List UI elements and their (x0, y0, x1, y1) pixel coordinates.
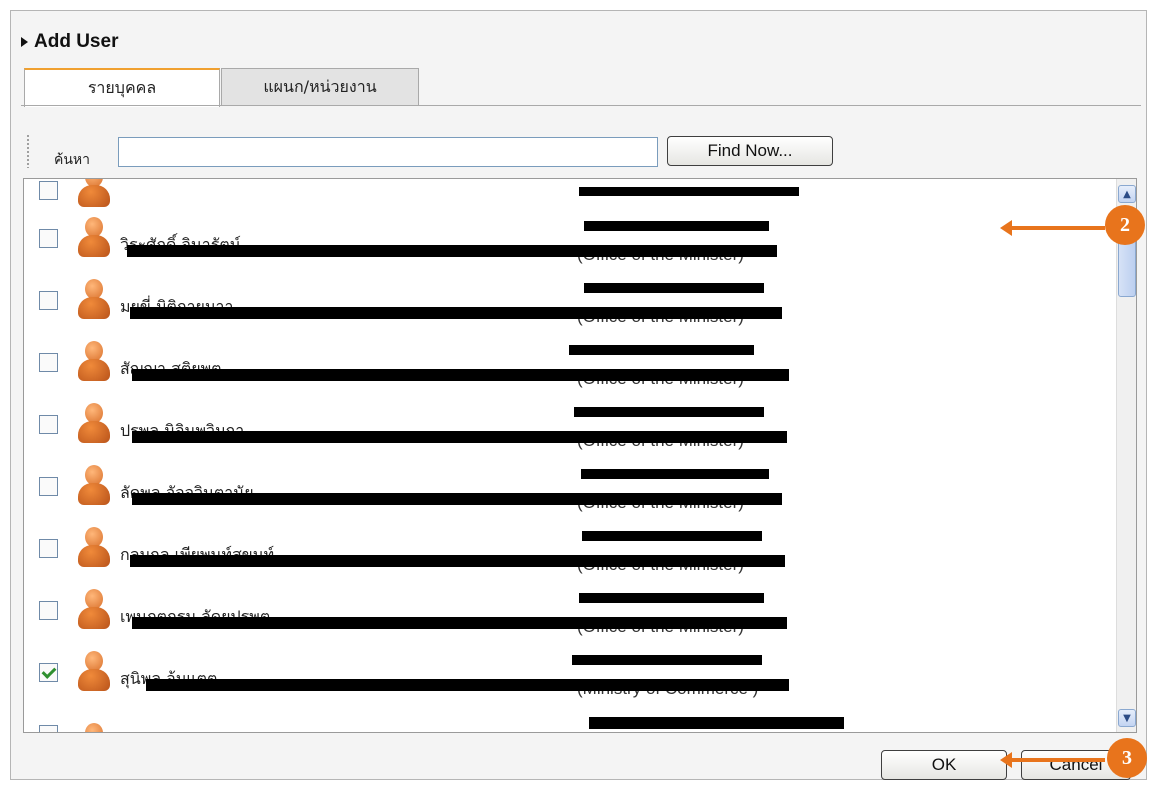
redaction-bar (579, 187, 799, 196)
list-item[interactable]: กลมกล เพียพนท์สุขนท์ (Office of the Mini… (24, 509, 1114, 574)
row-checkbox[interactable] (39, 229, 58, 248)
list-item[interactable]: วิระศักดิ์ จินารัตน์ (Office of the Mini… (24, 199, 1114, 264)
expand-triangle-icon[interactable] (21, 37, 28, 47)
tab-divider (21, 105, 1141, 106)
add-user-dialog: Add User รายบุคคล แผนก/หน่วยงาน ค้นหา Fi… (10, 10, 1147, 780)
redaction-bar (579, 593, 764, 603)
redaction-bar (132, 493, 782, 505)
row-checkbox[interactable] (39, 353, 58, 372)
user-icon (76, 723, 112, 732)
user-icon (76, 279, 112, 319)
tab-department[interactable]: แผนก/หน่วยงาน (221, 68, 419, 106)
callout-arrow-line (1010, 226, 1105, 230)
ok-button[interactable]: OK (881, 750, 1007, 780)
redaction-bar (569, 345, 754, 355)
redaction-bar (130, 555, 785, 567)
row-checkbox[interactable] (39, 415, 58, 434)
search-input[interactable] (118, 137, 658, 167)
row-checkbox[interactable] (39, 477, 58, 496)
user-icon (76, 341, 112, 381)
callout-badge: 2 (1105, 205, 1145, 245)
find-now-button[interactable]: Find Now... (667, 136, 833, 166)
redaction-bar (132, 369, 789, 381)
redaction-bar (146, 679, 789, 691)
scroll-down-icon[interactable]: ▼ (1118, 709, 1136, 727)
list-item[interactable] (24, 179, 1114, 207)
user-icon (76, 403, 112, 443)
redaction-bar (130, 307, 782, 319)
list-item[interactable] (24, 695, 1114, 732)
redaction-bar (589, 717, 844, 729)
user-icon (76, 651, 112, 691)
tab-individual[interactable]: รายบุคคล (24, 68, 220, 107)
redaction-bar (581, 469, 769, 479)
user-icon (76, 527, 112, 567)
row-checkbox[interactable] (39, 601, 58, 620)
dialog-title: Add User (34, 31, 119, 52)
row-checkbox[interactable] (39, 539, 58, 558)
list-item[interactable]: เพนุกตกรม ลัดยปรพุต (Office of the Minis… (24, 571, 1114, 636)
redaction-bar (584, 283, 764, 293)
list-item[interactable]: ปรพล นิจินพวิมกา (Office of the Minister… (24, 385, 1114, 450)
row-checkbox[interactable] (39, 181, 58, 200)
row-checkbox[interactable] (39, 291, 58, 310)
redaction-bar (584, 221, 769, 231)
list-item[interactable]: สัญญา สติยพุต (Office of the Minister) (24, 323, 1114, 388)
redaction-bar (572, 655, 762, 665)
redaction-bar (574, 407, 764, 417)
list-item[interactable]: ลัดพล อัจจวินตานัย (Office of the Minist… (24, 447, 1114, 512)
user-icon (76, 589, 112, 629)
redaction-bar (582, 531, 762, 541)
list-item[interactable]: สุนิพล อ้มแตต (Ministry of Commerce ) (24, 633, 1114, 698)
user-icon (76, 465, 112, 505)
callout-badge: 3 (1107, 738, 1147, 778)
search-label: ค้นหา (54, 152, 91, 168)
redaction-bar (132, 431, 787, 443)
user-list: วิระศักดิ์ จินารัตน์ (Office of the Mini… (23, 178, 1137, 733)
scroll-up-icon[interactable]: ▲ (1118, 185, 1136, 203)
list-scrollbar[interactable]: ▲ ▼ (1116, 179, 1136, 732)
user-icon (76, 217, 112, 257)
toolbar-grip-icon (26, 134, 30, 168)
redaction-bar (132, 617, 787, 629)
callout-arrow-line (1010, 758, 1105, 762)
list-item[interactable]: มยุขี่ มิติกายมาา (Office of the Ministe… (24, 261, 1114, 326)
dialog-header: Add User (21, 31, 118, 53)
redaction-bar (127, 245, 777, 257)
row-checkbox[interactable] (39, 725, 58, 732)
row-checkbox-checked[interactable] (39, 663, 58, 682)
